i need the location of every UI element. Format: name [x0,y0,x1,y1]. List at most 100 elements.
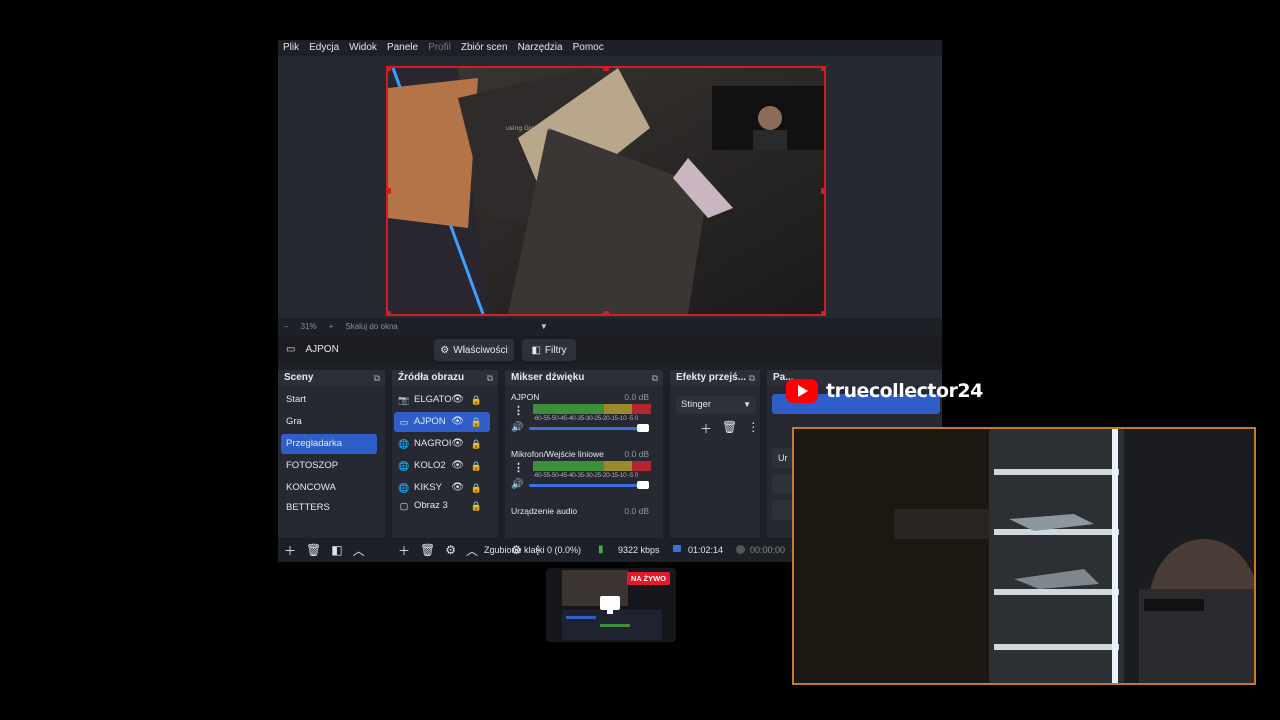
resize-handle-l[interactable] [388,188,391,194]
zoom-in-button[interactable]: + [329,322,334,331]
mixer-channel-ajpon: AJPON 0.0 dB ⋮ -60-55-50-45-40-35-30-25-… [511,392,651,433]
resize-handle-tl[interactable] [388,68,391,71]
kebab-menu-icon[interactable]: ⋮ [513,404,524,417]
popout-icon[interactable]: ⧉ [652,370,658,386]
menu-file[interactable]: Plik [283,40,299,56]
menu-tools[interactable]: Narzędzia [518,40,563,56]
greencam-overlay-text: using Greencam app [506,125,568,132]
scene-item-fotoszop[interactable]: FOTOSZOP [281,456,377,476]
menu-view[interactable]: Widok [349,40,377,56]
live-timer: 01:02:14 [688,545,724,555]
channel-badge: truecollector24 [786,374,983,408]
meter-scale: -60-55-50-45-40-35-30-25-20-15-10 -5 0 [533,472,638,479]
speaker-icon[interactable]: 🔊 [511,422,523,433]
volume-slider-knob[interactable] [637,424,649,432]
scene-item-gra[interactable]: Gra [281,412,377,432]
lock-icon[interactable]: 🔒 [471,390,482,410]
trash-icon[interactable]: 🗑 [722,420,737,437]
display-icon: ▭ [399,417,409,427]
menu-edit[interactable]: Edycja [309,40,339,56]
popout-icon[interactable]: ⧉ [374,370,380,386]
resize-handle-t[interactable] [603,68,609,71]
transitions-title: Efekty przejś... ⧉ [670,370,760,386]
zoom-percent: 31% [300,321,317,331]
source-item-kolo2[interactable]: 🌐 KOLO2 👁 🔒 [394,456,490,476]
bitrate: 9322 kbps [618,545,660,555]
selected-source-label: ▭ AJPON [286,344,339,355]
source-item-nagroi[interactable]: 🌐 NAGROI 👁 🔒 [394,434,490,454]
stream-preview-thumbnail[interactable]: NA ŻYWO [546,568,676,642]
kebab-menu-icon[interactable]: ⋮ [747,420,759,437]
transition-tools: ＋ 🗑 ⋮ [700,420,759,437]
scene-item-betters[interactable]: BETTERS [281,500,377,512]
scene-item-start[interactable]: Start [281,390,377,410]
volume-slider-knob[interactable] [637,481,649,489]
mixer-channel-mic: Mikrofon/Wejście liniowe 0.0 dB ⋮ -60-55… [511,449,651,490]
source-item-obraz3[interactable]: ▢ Obraz 3 🔒 [394,500,490,512]
scene-item-przegladarka[interactable]: Przegladarka [281,434,377,454]
eye-icon[interactable]: 👁 [451,390,464,410]
volume-slider[interactable] [529,424,649,432]
zoom-bar: − 31% + Skaluj do okna ▼ [278,319,948,333]
resize-handle-r[interactable] [821,188,824,194]
volume-meter [533,404,651,414]
selected-source-frame[interactable]: using Greencam app [386,66,826,316]
properties-button[interactable]: ⚙ Właściwości [434,339,514,361]
source-toolbar: ▭ AJPON ⚙ Właściwości ◧ Filtry [278,336,942,364]
scene-item-koncowa[interactable]: KONCOWA [281,478,377,498]
popout-icon[interactable]: ⧉ [749,370,755,386]
resize-handle-br[interactable] [821,311,824,314]
source-item-kiksy[interactable]: 🌐 KIKSY 👁 🔒 [394,478,490,498]
lock-icon[interactable]: 🔒 [471,412,482,432]
resize-handle-b[interactable] [603,311,609,314]
zoom-out-button[interactable]: − [284,322,289,331]
scenes-title: Sceny ⧉ [278,370,385,386]
resize-handle-tr[interactable] [821,68,824,71]
zoom-mode-select[interactable]: Skaluj do okna [345,322,397,331]
mixer-title: Mikser dźwięku ⧉ [505,370,663,386]
source-item-ajpon[interactable]: ▭ AJPON 👁 🔒 [394,412,490,432]
record-icon [736,545,745,554]
menu-docks[interactable]: Panele [387,40,418,56]
globe-icon: 🌐 [398,439,410,449]
eye-icon[interactable]: 👁 [451,412,464,432]
eye-icon[interactable]: 👁 [451,478,464,498]
globe-icon: 🌐 [398,483,410,493]
resize-handle-bl[interactable] [388,311,391,314]
menu-profile[interactable]: Profil [428,40,451,56]
lock-icon[interactable]: 🔒 [471,456,482,476]
live-icon [673,545,681,552]
source-item-elgato[interactable]: 📷 ELGATO 👁 🔒 [394,390,490,410]
display-icon: ▭ [286,344,296,355]
speaker-icon[interactable]: 🔊 [511,479,523,490]
filters-button[interactable]: ◧ Filtry [522,339,576,361]
popout-icon[interactable]: ⧉ [487,370,493,386]
signal-icon: ▮ [598,544,604,555]
chevron-down-icon[interactable]: ▼ [540,322,548,331]
webcam-feed [792,427,1256,685]
menu-scene-collection[interactable]: Zbiór scen [461,40,508,56]
transition-select[interactable]: Stinger ▼ [676,396,756,414]
sources-dock: Źródła obrazu ⧉ 📷 ELGATO 👁 🔒 ▭ AJPON 👁 🔒 … [392,370,498,558]
live-badge: NA ŻYWO [626,572,670,585]
meter-scale: -60-55-50-45-40-35-30-25-20-15-10 -5 0 [533,415,638,422]
sources-title: Źródła obrazu ⧉ [392,370,498,386]
menu-help[interactable]: Pomoc [573,40,604,56]
globe-icon: 🌐 [398,461,410,471]
chevron-down-icon: ▼ [743,400,751,409]
kebab-menu-icon[interactable]: ⋮ [513,461,524,474]
lock-icon[interactable]: 🔒 [471,434,482,454]
add-icon[interactable]: ＋ [700,420,712,437]
lock-icon[interactable]: 🔒 [471,500,482,512]
volume-meter [533,461,651,471]
selected-source-name: AJPON [305,344,339,355]
scenes-dock: Sceny ⧉ Start Gra Przegladarka FOTOSZOP K… [278,370,385,558]
lock-icon[interactable]: 🔒 [471,478,482,498]
eye-icon[interactable]: 👁 [451,456,464,476]
image-icon: ▢ [399,501,409,511]
preview-canvas[interactable]: using Greencam app [278,56,942,318]
mixer-channel-audio-device: Urządzenie audio 0.0 dB [511,506,649,516]
preview-video: using Greencam app [388,68,824,314]
volume-slider[interactable] [529,481,649,489]
eye-icon[interactable]: 👁 [451,434,464,454]
